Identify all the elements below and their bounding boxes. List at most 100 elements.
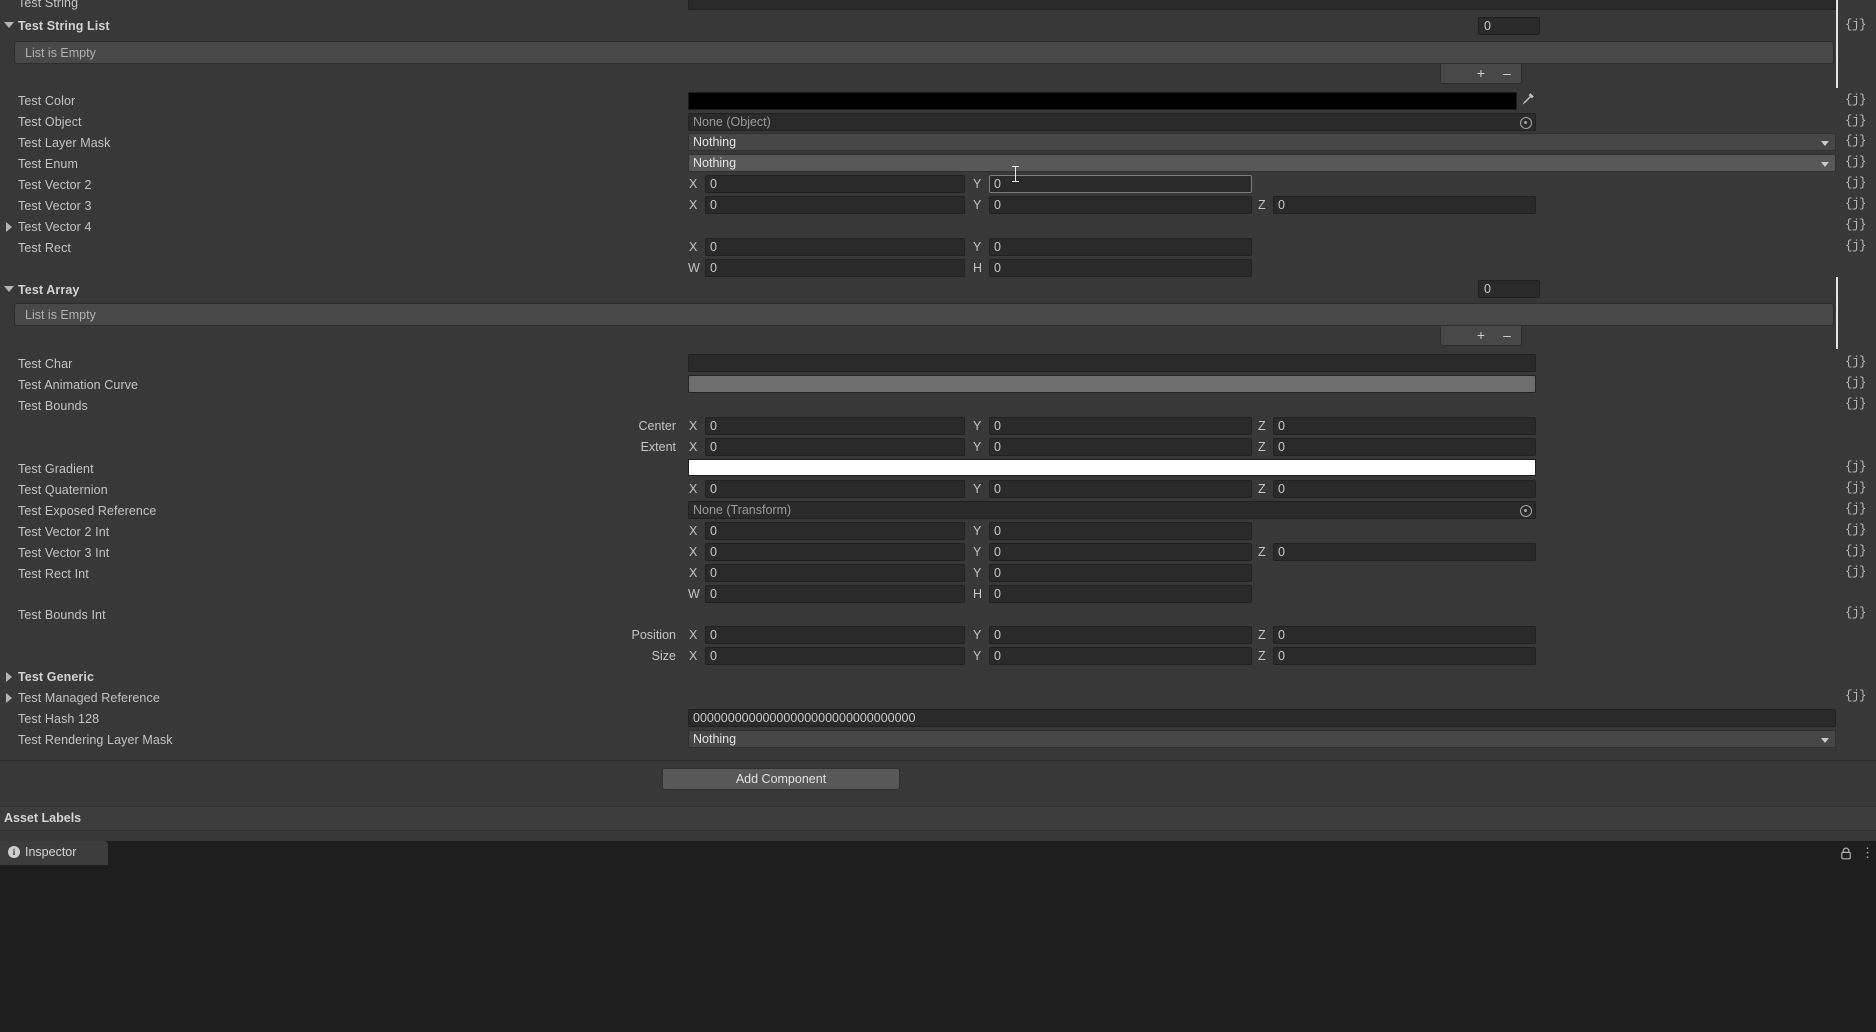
test-vector-2-int-x-input[interactable]: 0 (705, 522, 965, 540)
test-bounds-center-x-input[interactable]: 0 (705, 417, 965, 435)
property-binding-icon[interactable]: {j} (1845, 175, 1871, 191)
test-rect-int-y-input[interactable]: 0 (989, 564, 1252, 582)
label-test-vector-2-int: Test Vector 2 Int (18, 525, 110, 539)
property-binding-icon[interactable]: {j} (1845, 354, 1871, 370)
test-vector-2-int-y-input[interactable]: 0 (989, 522, 1252, 540)
test-vector-3-x-input[interactable]: 0 (705, 196, 965, 214)
foldout-arrow-test-generic[interactable] (6, 672, 12, 682)
test-vector-3-int-x-input[interactable]: 0 (705, 543, 965, 561)
property-binding-icon[interactable]: {j} (1845, 375, 1871, 391)
test-quaternion-y-input[interactable]: 0 (989, 480, 1252, 498)
property-binding-icon[interactable]: {j} (1845, 522, 1871, 538)
test-rect-int-w-input[interactable]: 0 (705, 585, 965, 603)
row-test-vector-4[interactable]: Test Vector 4 (0, 217, 1876, 238)
test-quaternion-x-input[interactable]: 0 (705, 480, 965, 498)
test-bounds-int-position-z-input[interactable]: 0 (1273, 626, 1536, 644)
test-vector-2-x-input[interactable]: 0 (705, 175, 965, 193)
property-binding-icon[interactable]: {j} (1845, 92, 1871, 108)
add-component-button[interactable]: Add Component (662, 768, 900, 790)
test-rect-x-input[interactable]: 0 (705, 238, 965, 256)
add-item-button[interactable]: + (1471, 66, 1491, 82)
eyedropper-icon[interactable] (1519, 92, 1537, 110)
foldout-arrow-test-string-list[interactable] (4, 22, 14, 28)
property-binding-icon[interactable]: {j} (1845, 543, 1871, 559)
test-rect-h-input[interactable]: 0 (989, 259, 1252, 277)
add-component-strip (0, 764, 1876, 804)
remove-item-button[interactable]: – (1497, 66, 1517, 82)
property-binding-icon[interactable]: {j} (1845, 480, 1871, 496)
test-color-swatch[interactable] (688, 92, 1517, 110)
test-enum-dropdown[interactable]: Nothing (688, 154, 1836, 172)
tab-menu-icon[interactable]: ⋮ (1861, 845, 1874, 861)
test-char-input[interactable] (688, 354, 1536, 372)
test-layer-mask-dropdown[interactable]: Nothing (688, 133, 1836, 151)
property-binding-icon[interactable]: {j} (1845, 238, 1871, 254)
foldout-arrow-test-managed-reference[interactable] (6, 693, 12, 703)
label-bounds-extent: Extent (640, 440, 676, 454)
asset-labels-bar[interactable]: Asset Labels (0, 806, 1876, 831)
test-string-input[interactable] (688, 0, 1836, 10)
add-item-button[interactable]: + (1471, 328, 1491, 344)
test-vector-3-int-z-input[interactable]: 0 (1273, 543, 1536, 561)
label-test-rendering-layer-mask: Test Rendering Layer Mask (18, 733, 173, 747)
test-vector-2-y-input[interactable]: 0 (989, 175, 1252, 193)
axis-label-y: Y (973, 566, 982, 580)
label-test-gradient: Test Gradient (18, 462, 94, 476)
test-animation-curve-field[interactable] (688, 375, 1536, 393)
property-binding-icon[interactable]: {j} (1845, 459, 1871, 475)
test-rect-int-h-input[interactable]: 0 (989, 585, 1252, 603)
property-binding-icon[interactable]: {j} (1845, 396, 1871, 412)
test-hash-128-input[interactable]: 00000000000000000000000000000000 (688, 709, 1836, 727)
chevron-down-icon (1821, 162, 1829, 167)
test-bounds-extent-z-input[interactable]: 0 (1273, 438, 1536, 456)
row-test-string-list[interactable]: Test String List (0, 16, 1876, 37)
test-bounds-int-size-z-input[interactable]: 0 (1273, 647, 1536, 665)
property-binding-icon[interactable]: {j} (1845, 688, 1871, 704)
test-string-list-size-input[interactable]: 0 (1478, 17, 1540, 35)
foldout-arrow-test-array[interactable] (4, 286, 14, 292)
test-rect-w-input[interactable]: 0 (705, 259, 965, 277)
test-bounds-center-y-input[interactable]: 0 (989, 417, 1252, 435)
label-test-quaternion: Test Quaternion (18, 483, 108, 497)
test-object-field[interactable]: None (Object) (688, 113, 1536, 131)
test-vector-3-int-y-input[interactable]: 0 (989, 543, 1252, 561)
test-rendering-layer-mask-dropdown[interactable]: Nothing (688, 730, 1836, 748)
test-bounds-int-size-x-input[interactable]: 0 (705, 647, 965, 665)
row-test-array[interactable]: Test Array (0, 280, 1876, 301)
axis-label-x: X (689, 524, 698, 538)
test-bounds-extent-x-input[interactable]: 0 (705, 438, 965, 456)
test-array-size-input[interactable]: 0 (1478, 280, 1540, 298)
row-test-generic[interactable]: Test Generic (0, 667, 1876, 688)
test-bounds-int-position-x-input[interactable]: 0 (705, 626, 965, 644)
foldout-arrow-test-vector-4[interactable] (6, 222, 12, 232)
tab-inspector[interactable]: i Inspector (0, 841, 108, 865)
row-test-managed-reference[interactable]: Test Managed Reference (0, 688, 1876, 709)
test-vector-3-z-input[interactable]: 0 (1273, 196, 1536, 214)
test-bounds-int-size-y-input[interactable]: 0 (989, 647, 1252, 665)
test-quaternion-z-input[interactable]: 0 (1273, 480, 1536, 498)
test-bounds-center-z-input[interactable]: 0 (1273, 417, 1536, 435)
test-bounds-int-position-y-input[interactable]: 0 (989, 626, 1252, 644)
test-bounds-extent-y-input[interactable]: 0 (989, 438, 1252, 456)
test-rect-int-x-input[interactable]: 0 (705, 564, 965, 582)
test-exposed-reference-field[interactable]: None (Transform) (688, 501, 1536, 519)
lock-icon[interactable] (1840, 847, 1852, 860)
test-vector-3-y-input[interactable]: 0 (989, 196, 1252, 214)
object-picker-icon[interactable] (1520, 117, 1532, 129)
property-binding-icon[interactable]: {j} (1845, 113, 1871, 129)
property-binding-icon[interactable]: {j} (1845, 154, 1871, 170)
property-binding-icon[interactable]: {j} (1845, 217, 1871, 233)
object-picker-icon[interactable] (1520, 505, 1532, 517)
property-binding-icon[interactable]: {j} (1845, 133, 1871, 149)
property-binding-icon[interactable]: {j} (1845, 564, 1871, 580)
axis-label-z: Z (1258, 649, 1266, 663)
property-binding-icon[interactable]: {j} (1845, 605, 1871, 621)
remove-item-button[interactable]: – (1497, 328, 1517, 344)
property-binding-icon[interactable]: {j} (1845, 196, 1871, 212)
axis-label-y: Y (973, 649, 982, 663)
property-binding-icon[interactable]: {j} (1845, 501, 1871, 517)
property-binding-icon[interactable]: {j} (1845, 17, 1871, 33)
axis-label-y: Y (973, 545, 982, 559)
test-rect-y-input[interactable]: 0 (989, 238, 1252, 256)
test-gradient-swatch[interactable] (688, 459, 1536, 476)
